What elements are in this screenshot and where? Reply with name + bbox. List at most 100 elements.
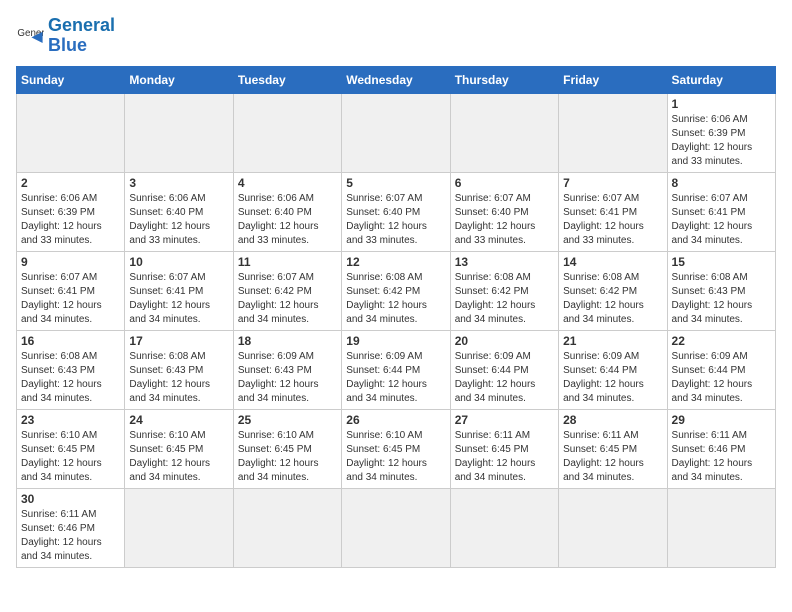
calendar-cell: 6 Sunrise: 6:07 AMSunset: 6:40 PMDaylight… (450, 172, 558, 251)
calendar-table: SundayMondayTuesdayWednesdayThursdayFrid… (16, 66, 776, 568)
calendar-cell: 3 Sunrise: 6:06 AMSunset: 6:40 PMDaylight… (125, 172, 233, 251)
day-number: 22 (672, 334, 771, 348)
calendar-cell: 1Sunrise: 6:06 AMSunset: 6:39 PMDaylight… (667, 93, 775, 172)
logo-icon: General (16, 22, 44, 50)
day-info: Sunrise: 6:08 AMSunset: 6:43 PMDaylight:… (672, 271, 771, 327)
day-info: Sunrise: 6:07 AMSunset: 6:41 PMDaylight:… (563, 192, 662, 248)
day-info: Sunrise: 6:11 AMSunset: 6:45 PMDaylight:… (455, 429, 554, 485)
calendar-cell: 26 Sunrise: 6:10 AMSunset: 6:45 PMDayligh… (342, 409, 450, 488)
calendar-cell: 10 Sunrise: 6:07 AMSunset: 6:41 PMDayligh… (125, 251, 233, 330)
day-number: 19 (346, 334, 445, 348)
day-info: Sunrise: 6:06 AMSunset: 6:40 PMDaylight:… (129, 192, 228, 248)
calendar-cell: 18Sunrise: 6:09 AMSunset: 6:43 PMDayligh… (233, 330, 341, 409)
day-info: Sunrise: 6:08 AMSunset: 6:42 PMDaylight:… (455, 271, 554, 327)
calendar-cell: 4 Sunrise: 6:06 AMSunset: 6:40 PMDaylight… (233, 172, 341, 251)
day-number: 29 (672, 413, 771, 427)
calendar-cell: 13 Sunrise: 6:08 AMSunset: 6:42 PMDayligh… (450, 251, 558, 330)
calendar-cell: 29 Sunrise: 6:11 AMSunset: 6:46 PMDayligh… (667, 409, 775, 488)
day-info: Sunrise: 6:07 AMSunset: 6:40 PMDaylight:… (346, 192, 445, 248)
day-number: 24 (129, 413, 228, 427)
calendar-cell (559, 488, 667, 567)
weekday-header-row: SundayMondayTuesdayWednesdayThursdayFrid… (17, 66, 776, 93)
week-row-4: 16 Sunrise: 6:08 AMSunset: 6:43 PMDayligh… (17, 330, 776, 409)
day-number: 26 (346, 413, 445, 427)
day-info: Sunrise: 6:08 AMSunset: 6:42 PMDaylight:… (346, 271, 445, 327)
calendar-cell: 20 Sunrise: 6:09 AMSunset: 6:44 PMDayligh… (450, 330, 558, 409)
calendar-cell: 15 Sunrise: 6:08 AMSunset: 6:43 PMDayligh… (667, 251, 775, 330)
calendar-cell (450, 488, 558, 567)
day-number: 10 (129, 255, 228, 269)
week-row-6: 30Sunrise: 6:11 AMSunset: 6:46 PMDayligh… (17, 488, 776, 567)
day-number: 6 (455, 176, 554, 190)
weekday-header-friday: Friday (559, 66, 667, 93)
day-info: Sunrise: 6:07 AMSunset: 6:40 PMDaylight:… (455, 192, 554, 248)
day-info: Sunrise: 6:09 AMSunset: 6:44 PMDaylight:… (346, 350, 445, 406)
day-number: 23 (21, 413, 120, 427)
calendar-cell: 9 Sunrise: 6:07 AMSunset: 6:41 PMDaylight… (17, 251, 125, 330)
calendar-cell: 2 Sunrise: 6:06 AMSunset: 6:39 PMDaylight… (17, 172, 125, 251)
day-number: 11 (238, 255, 337, 269)
day-number: 12 (346, 255, 445, 269)
calendar-cell (233, 488, 341, 567)
calendar-cell: 24 Sunrise: 6:10 AMSunset: 6:45 PMDayligh… (125, 409, 233, 488)
calendar-cell (667, 488, 775, 567)
calendar-cell (450, 93, 558, 172)
day-number: 28 (563, 413, 662, 427)
calendar-cell (125, 93, 233, 172)
weekday-header-monday: Monday (125, 66, 233, 93)
day-info: Sunrise: 6:08 AMSunset: 6:43 PMDaylight:… (129, 350, 228, 406)
day-number: 15 (672, 255, 771, 269)
day-info: Sunrise: 6:09 AMSunset: 6:44 PMDaylight:… (563, 350, 662, 406)
weekday-header-tuesday: Tuesday (233, 66, 341, 93)
day-number: 13 (455, 255, 554, 269)
day-number: 21 (563, 334, 662, 348)
day-info: Sunrise: 6:11 AMSunset: 6:45 PMDaylight:… (563, 429, 662, 485)
day-number: 14 (563, 255, 662, 269)
day-info: Sunrise: 6:07 AMSunset: 6:41 PMDaylight:… (672, 192, 771, 248)
day-info: Sunrise: 6:06 AMSunset: 6:39 PMDaylight:… (21, 192, 120, 248)
calendar-cell: 25 Sunrise: 6:10 AMSunset: 6:45 PMDayligh… (233, 409, 341, 488)
day-info: Sunrise: 6:10 AMSunset: 6:45 PMDaylight:… (129, 429, 228, 485)
day-info: Sunrise: 6:09 AMSunset: 6:44 PMDaylight:… (455, 350, 554, 406)
day-info: Sunrise: 6:08 AMSunset: 6:43 PMDaylight:… (21, 350, 120, 406)
week-row-3: 9 Sunrise: 6:07 AMSunset: 6:41 PMDaylight… (17, 251, 776, 330)
day-info: Sunrise: 6:08 AMSunset: 6:42 PMDaylight:… (563, 271, 662, 327)
day-number: 2 (21, 176, 120, 190)
weekday-header-thursday: Thursday (450, 66, 558, 93)
day-info: Sunrise: 6:06 AMSunset: 6:40 PMDaylight:… (238, 192, 337, 248)
day-info: Sunrise: 6:10 AMSunset: 6:45 PMDaylight:… (21, 429, 120, 485)
calendar-cell: 16 Sunrise: 6:08 AMSunset: 6:43 PMDayligh… (17, 330, 125, 409)
weekday-header-wednesday: Wednesday (342, 66, 450, 93)
calendar-cell: 12 Sunrise: 6:08 AMSunset: 6:42 PMDayligh… (342, 251, 450, 330)
weekday-header-saturday: Saturday (667, 66, 775, 93)
calendar-cell: 17 Sunrise: 6:08 AMSunset: 6:43 PMDayligh… (125, 330, 233, 409)
day-number: 25 (238, 413, 337, 427)
day-info: Sunrise: 6:06 AMSunset: 6:39 PMDaylight:… (672, 113, 771, 169)
calendar-cell: 22 Sunrise: 6:09 AMSunset: 6:44 PMDayligh… (667, 330, 775, 409)
day-info: Sunrise: 6:07 AMSunset: 6:41 PMDaylight:… (21, 271, 120, 327)
day-number: 9 (21, 255, 120, 269)
calendar-cell (17, 93, 125, 172)
week-row-1: 1Sunrise: 6:06 AMSunset: 6:39 PMDaylight… (17, 93, 776, 172)
day-info: Sunrise: 6:11 AMSunset: 6:46 PMDaylight:… (672, 429, 771, 485)
calendar-cell (559, 93, 667, 172)
calendar-cell (342, 488, 450, 567)
calendar-cell: 7 Sunrise: 6:07 AMSunset: 6:41 PMDaylight… (559, 172, 667, 251)
day-info: Sunrise: 6:10 AMSunset: 6:45 PMDaylight:… (238, 429, 337, 485)
weekday-header-sunday: Sunday (17, 66, 125, 93)
day-number: 4 (238, 176, 337, 190)
day-number: 20 (455, 334, 554, 348)
day-number: 16 (21, 334, 120, 348)
day-number: 3 (129, 176, 228, 190)
day-info: Sunrise: 6:10 AMSunset: 6:45 PMDaylight:… (346, 429, 445, 485)
day-number: 7 (563, 176, 662, 190)
day-info: Sunrise: 6:11 AMSunset: 6:46 PMDaylight:… (21, 508, 120, 564)
calendar-cell (125, 488, 233, 567)
calendar-cell (342, 93, 450, 172)
day-number: 17 (129, 334, 228, 348)
calendar-cell: 8Sunrise: 6:07 AMSunset: 6:41 PMDaylight… (667, 172, 775, 251)
day-info: Sunrise: 6:09 AMSunset: 6:44 PMDaylight:… (672, 350, 771, 406)
calendar-cell: 27Sunrise: 6:11 AMSunset: 6:45 PMDayligh… (450, 409, 558, 488)
calendar-cell: 11Sunrise: 6:07 AMSunset: 6:42 PMDayligh… (233, 251, 341, 330)
day-info: Sunrise: 6:07 AMSunset: 6:41 PMDaylight:… (129, 271, 228, 327)
